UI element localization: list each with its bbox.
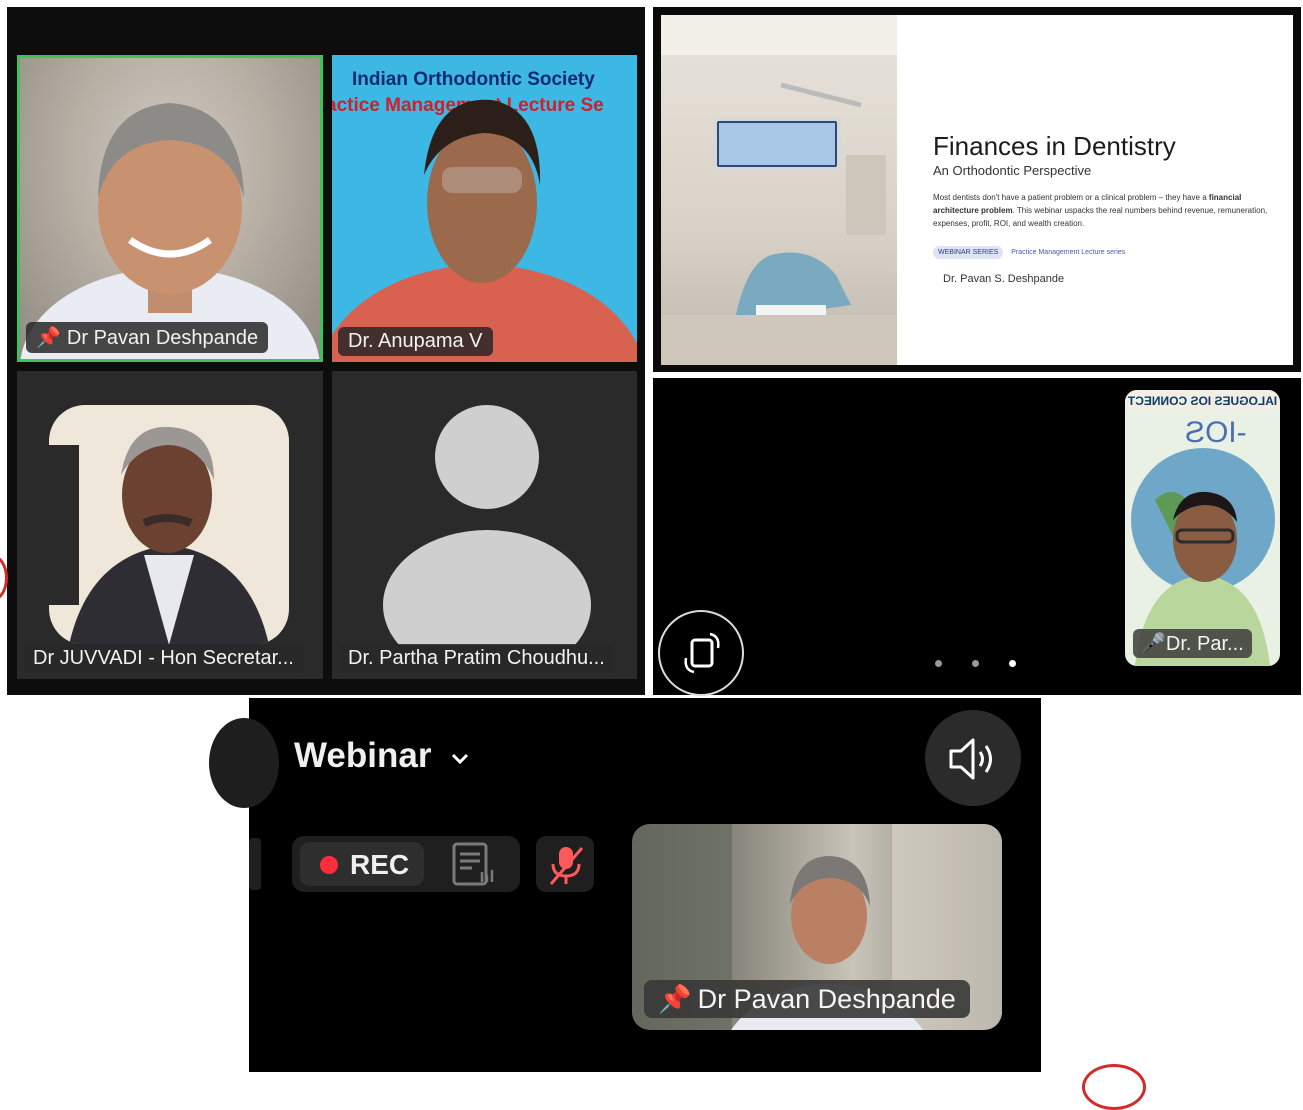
participant-name-label: Dr. Partha Pratim Choudhu... [338,644,615,673]
pip-banner-number: -IOS [1185,416,1247,449]
slide-description: Most dentists don't have a patient probl… [933,193,1268,228]
page-indicator [935,654,1046,672]
mute-button[interactable] [536,836,594,892]
pip-banner-text: IALOGUES IOS CONNECT [1127,394,1278,408]
participant-name-label: Dr JUVVADI - Hon Secretar... [23,644,304,673]
page-dot[interactable] [972,660,979,667]
speaker-button[interactable] [925,710,1021,806]
participant-video [332,99,637,362]
page-dot-active[interactable] [1009,660,1016,667]
left-edge-control [249,838,261,890]
slide-tags: WEBINAR SERIES Practice Management Lectu… [933,246,1126,259]
avatar [49,405,289,645]
participant-pip-partha[interactable]: IALOGUES IOS CONNECT -IOS 🎤Dr. Par... [1125,390,1280,666]
rec-indicator[interactable]: REC [300,842,424,886]
muted-mic-icon [549,847,584,885]
transcript-icon[interactable] [452,842,496,886]
slide-title: Finances in Dentistry [933,131,1176,161]
participant-tile-partha[interactable]: Dr. Partha Pratim Choudhu... [332,371,637,679]
pin-icon: 📌 [36,327,61,349]
speaker-icon [949,738,992,780]
participant-tile-juvvadi[interactable]: Dr JUVVADI - Hon Secretar... [17,371,323,679]
dental-clinic-image [661,15,897,365]
slide-subtitle: An Orthodontic Perspective [933,163,1092,178]
pin-icon: 📌 [658,984,692,1014]
slide-content: Finances in Dentistry An Orthodontic Per… [897,15,1293,365]
self-view-pip[interactable]: 📌 Dr Pavan Deshpande [632,824,1002,1030]
pip-name-label: 🎤Dr. Par... [1133,629,1252,658]
decorative-circle [1082,1064,1146,1110]
shared-slide-panel: Finances in Dentistry An Orthodontic Per… [653,7,1301,372]
webinar-series-tag: WEBINAR SERIES [933,246,1004,259]
video-grid-panel: 📌 Dr Pavan Deshpande Indian Orthodontic S… [7,7,645,695]
lecture-series-tag: Practice Management Lecture series [1011,249,1126,256]
participant-video [20,103,320,359]
participant-tile-anupama[interactable]: Indian Orthodontic Society actice Manage… [332,55,637,362]
page-dot[interactable] [935,660,942,667]
slide-author: Dr. Pavan S. Deshpande [943,273,1065,285]
muted-mic-icon: 🎤 [1141,633,1166,655]
recording-dot-icon [320,856,338,874]
participant-name-label: 📌 Dr Pavan Deshpande [26,322,269,353]
back-button[interactable] [209,718,279,808]
rec-label: REC [350,849,410,880]
participant-name-label: Dr. Anupama V [338,327,493,356]
participant-tile-pavan[interactable]: 📌 Dr Pavan Deshpande [17,55,323,362]
rotate-screen-button[interactable] [658,610,744,696]
chevron-down-icon [452,753,469,765]
rotate-screen-icon [684,632,720,674]
webinar-controls-panel: Webinar REC 📌 Dr Pavan Deshpande [209,698,1041,1072]
pip-name-label: 📌 Dr Pavan Deshpande [644,980,970,1018]
mobile-meeting-panel: IALOGUES IOS CONNECT -IOS 🎤Dr. Par... [653,378,1301,696]
avatar-placeholder-icon [383,405,591,645]
recording-control[interactable]: REC [292,836,520,892]
webinar-title[interactable]: Webinar [294,736,471,776]
